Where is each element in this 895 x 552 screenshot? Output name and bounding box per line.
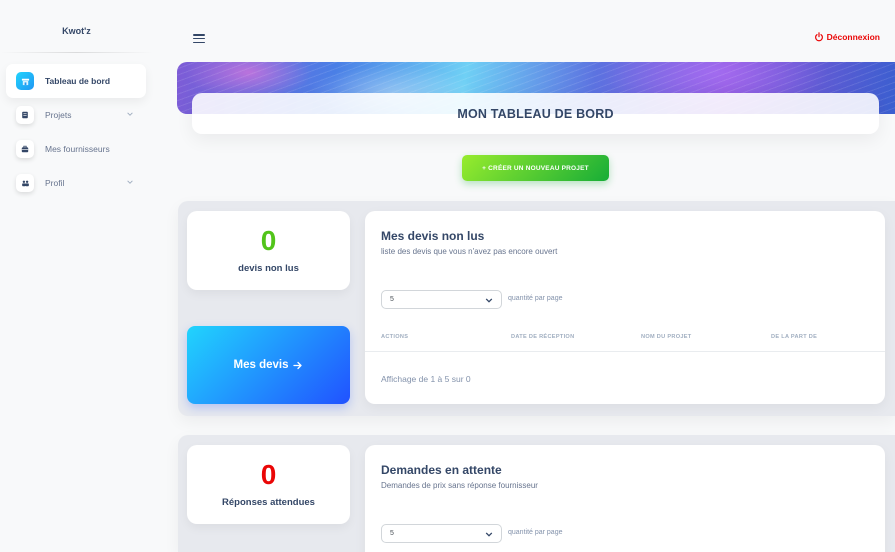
sidebar-item-projets[interactable]: Projets: [6, 98, 146, 132]
create-project-button[interactable]: + CRÉER UN NOUVEAU PROJET: [462, 155, 609, 181]
unread-quotes-stat-card: 0 devis non lus: [187, 211, 350, 290]
sidebar-item-label: Projets: [45, 110, 72, 120]
sidebar-item-label: Tableau de bord: [45, 76, 111, 86]
table-divider: [365, 351, 885, 352]
per-page-value: 5: [390, 296, 394, 303]
panel-title: Mes devis non lus: [381, 229, 485, 243]
sidebar-item-profil[interactable]: Profil: [6, 166, 146, 200]
sidebar-divider: [0, 52, 153, 53]
chevron-down-icon: [485, 298, 493, 303]
unread-quotes-label: devis non lus: [238, 263, 299, 274]
panel-subtitle: liste des devis que vous n'avez pas enco…: [381, 247, 558, 256]
users-icon: [16, 174, 34, 192]
unread-quotes-panel: Mes devis non lus liste des devis que vo…: [365, 211, 885, 404]
per-page-label: quantité par page: [508, 529, 563, 536]
shop-icon: [16, 72, 34, 90]
pagination-info: Affichage de 1 à 5 sur 0: [381, 374, 471, 384]
pending-requests-stat-card: 0 Réponses attendues: [187, 445, 350, 524]
document-icon: [16, 106, 34, 124]
chevron-down-icon: [485, 532, 493, 537]
sidebar: Kwot'z Tableau de bord Projets Mes fourn…: [0, 0, 153, 552]
unread-quotes-section: 0 devis non lus Mes devis Mes devis non …: [178, 201, 895, 416]
menu-toggle-icon[interactable]: [193, 32, 207, 44]
pending-requests-count: 0: [260, 459, 277, 490]
unread-quotes-count: 0: [260, 225, 277, 256]
per-page-label: quantité par page: [508, 295, 563, 302]
chevron-down-icon: [127, 112, 133, 116]
logout-button[interactable]: Déconnexion: [814, 32, 880, 42]
brand-logo[interactable]: Kwot'z: [0, 26, 153, 36]
power-icon: [814, 32, 823, 42]
per-page-select[interactable]: 5: [381, 290, 502, 309]
my-quotes-button[interactable]: Mes devis: [187, 326, 350, 404]
page-title-card: MON TABLEAU DE BORD: [192, 93, 879, 134]
column-header-date[interactable]: DATE DE RÉCEPTION: [511, 334, 574, 340]
pending-requests-label: Réponses attendues: [222, 497, 315, 508]
logout-label: Déconnexion: [826, 32, 880, 42]
my-quotes-label: Mes devis: [233, 359, 289, 371]
per-page-select[interactable]: 5: [381, 524, 502, 543]
column-header-actions[interactable]: ACTIONS: [381, 334, 408, 340]
pending-requests-panel: Demandes en attente Demandes de prix san…: [365, 445, 885, 552]
column-header-from[interactable]: DE LA PART DE: [771, 334, 817, 340]
chevron-down-icon: [127, 180, 133, 184]
sidebar-item-label: Profil: [45, 178, 65, 188]
panel-subtitle: Demandes de prix sans réponse fournisseu…: [381, 481, 538, 490]
box-icon: [16, 140, 34, 158]
sidebar-item-mes-fournisseurs[interactable]: Mes fournisseurs: [6, 132, 146, 166]
column-header-project[interactable]: NOM DU PROJET: [641, 334, 692, 340]
per-page-value: 5: [390, 530, 394, 537]
panel-title: Demandes en attente: [381, 463, 502, 477]
sidebar-item-tableau-de-bord[interactable]: Tableau de bord: [6, 64, 146, 98]
sidebar-item-label: Mes fournisseurs: [45, 144, 110, 154]
arrow-right-icon: [293, 361, 303, 369]
pending-requests-section: 0 Réponses attendues Demandes en attente…: [178, 435, 895, 552]
page-title: MON TABLEAU DE BORD: [457, 106, 614, 121]
